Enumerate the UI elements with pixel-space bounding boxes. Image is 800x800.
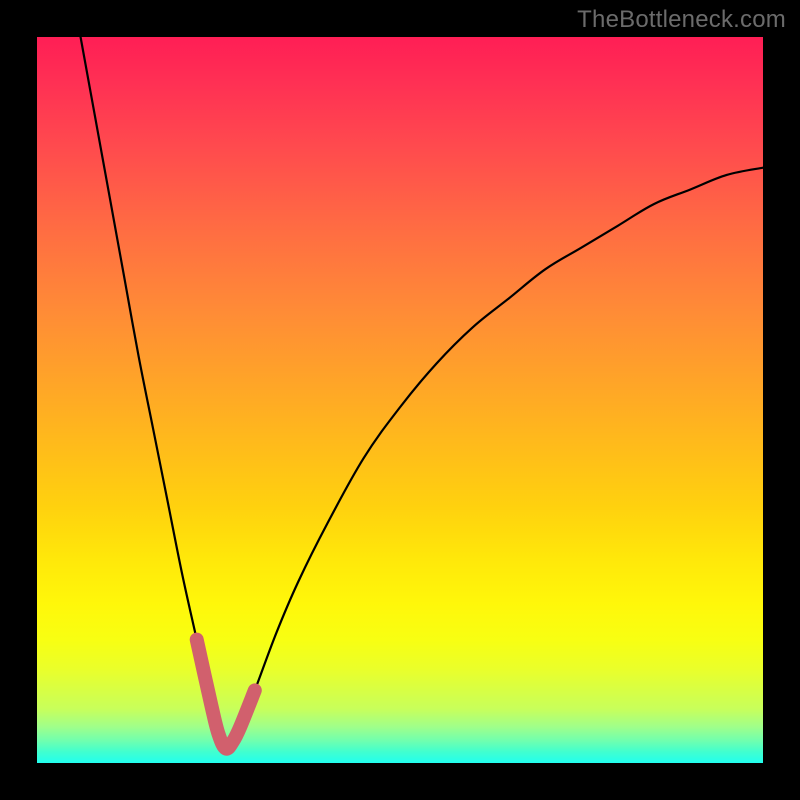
plot-area <box>37 37 763 763</box>
bottleneck-curve <box>81 37 763 749</box>
chart-frame: TheBottleneck.com <box>0 0 800 800</box>
bottleneck-curve-highlight <box>197 640 255 749</box>
curve-layer <box>37 37 763 763</box>
watermark-text: TheBottleneck.com <box>577 6 786 34</box>
